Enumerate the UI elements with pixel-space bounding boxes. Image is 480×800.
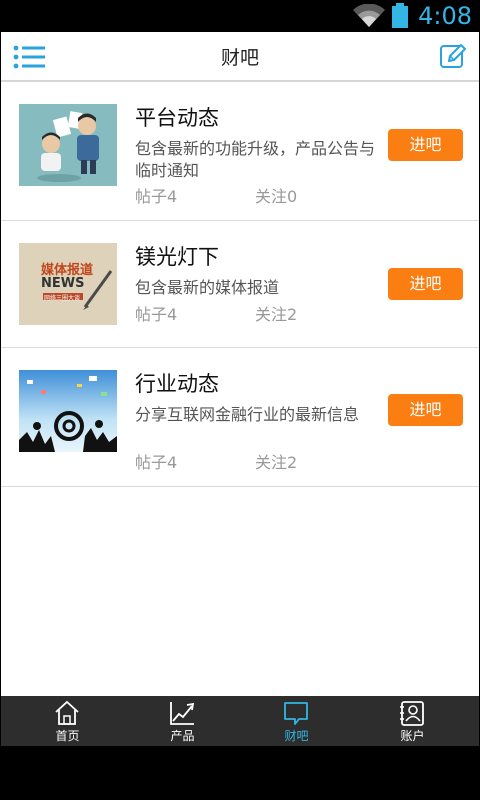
- post-count: 帖子4: [135, 187, 178, 206]
- contacts-icon: [400, 701, 424, 726]
- page-title: 财吧: [220, 47, 259, 69]
- tab-home[interactable]: 首页: [8, 696, 127, 746]
- forum-row-platform[interactable]: 平台动态 包含最新的功能升级，产品公告与临时通知 帖子4 关注0 进吧: [1, 82, 479, 221]
- post-count: 帖子4: [135, 305, 178, 324]
- top-header: 财吧: [1, 32, 479, 82]
- tab-label: 财吧: [284, 729, 309, 743]
- tab-label: 账户: [400, 729, 425, 743]
- tab-caiba[interactable]: 财吧: [237, 696, 356, 746]
- edit-icon[interactable]: [439, 42, 467, 70]
- thumb-subtitle: 网络三圈大谈: [44, 295, 81, 302]
- app-screen: 财吧 平台动态 包含最新的功能升级，产品公告与临时通知 帖子4 关注0 进吧 媒…: [1, 32, 479, 696]
- tab-label: 首页: [55, 729, 80, 743]
- forum-description: 包含最新的媒体报道: [135, 278, 280, 297]
- forum-row-media[interactable]: 媒体报道 NEWS 网络三圈大谈 镁光灯下 包含最新的媒体报道 帖子4 关注2 …: [1, 221, 479, 348]
- status-clock: 4:08: [418, 2, 472, 30]
- wifi-icon: [353, 4, 385, 27]
- forum-description: 分享互联网金融行业的最新信息: [135, 405, 360, 424]
- follow-count: 关注2: [255, 453, 298, 472]
- chart-icon: [170, 702, 195, 725]
- status-bar: 4:08: [0, 0, 480, 32]
- tab-label: 产品: [170, 729, 195, 743]
- post-count: 帖子4: [135, 453, 178, 472]
- forum-row-industry[interactable]: 行业动态 分享互联网金融行业的最新信息 帖子4 关注2 进吧: [1, 348, 479, 487]
- forum-thumbnail: [19, 104, 117, 186]
- enter-forum-button[interactable]: 进吧: [388, 129, 463, 161]
- forum-description: 包含最新的功能升级，产品公告与临时通知: [135, 139, 376, 180]
- forum-thumbnail: 媒体报道 NEWS 网络三圈大谈: [19, 243, 117, 325]
- chat-bubble-icon: [284, 702, 308, 725]
- forum-name: 行业动态: [135, 372, 219, 396]
- system-nav-area: [0, 746, 480, 800]
- enter-forum-button[interactable]: 进吧: [388, 394, 463, 426]
- tab-products[interactable]: 产品: [123, 696, 242, 746]
- battery-icon: [392, 3, 408, 28]
- home-icon: [55, 700, 79, 725]
- tab-account[interactable]: 账户: [353, 696, 472, 746]
- forum-name: 平台动态: [135, 106, 219, 130]
- forum-thumbnail: [19, 370, 117, 452]
- follow-count: 关注0: [255, 187, 298, 206]
- enter-forum-button[interactable]: 进吧: [388, 268, 463, 300]
- follow-count: 关注2: [255, 305, 298, 324]
- bottom-tab-bar: 首页 产品 财吧 账户: [1, 696, 479, 746]
- thumb-news: NEWS: [41, 276, 85, 291]
- forum-name: 镁光灯下: [135, 245, 219, 269]
